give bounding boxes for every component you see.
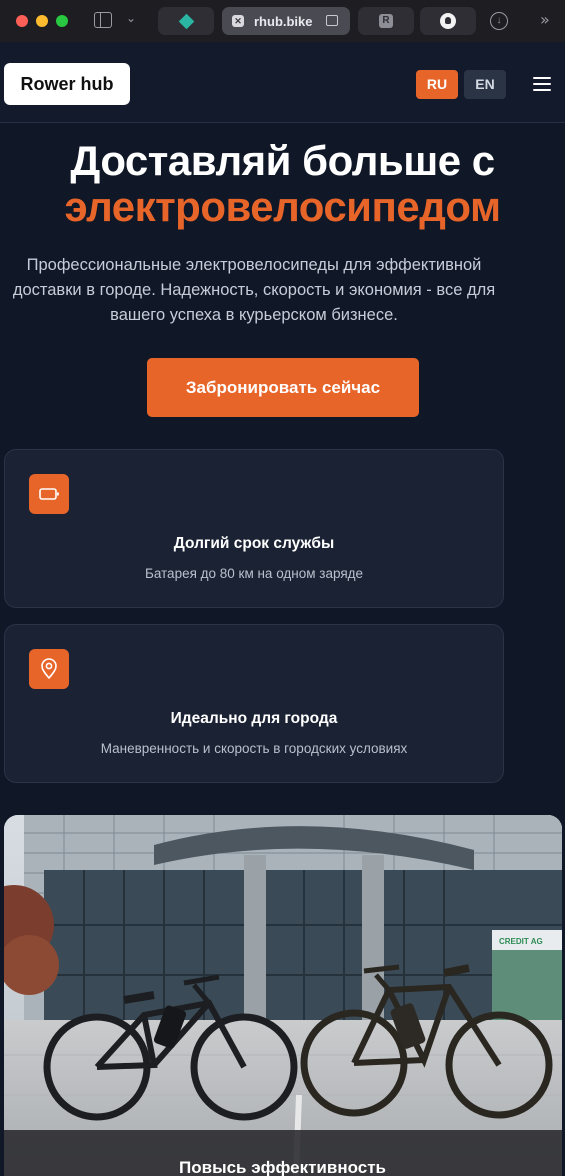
feature-card: Долгий срок службы Батарея до 80 км на о… [4,449,504,608]
feature-title: Идеально для города [170,710,338,727]
reader-mode-icon[interactable] [326,15,338,26]
browser-tab[interactable] [158,7,214,35]
browser-tab-active[interactable]: ✕ rhub.bike [222,7,350,35]
tab-title: rhub.bike [254,13,313,29]
credit-sign-text: CREDIT AG [499,937,543,946]
hero-title: Доставляй больше с электровелосипедом [0,138,565,230]
browser-tab[interactable] [420,7,476,35]
github-icon [440,13,456,29]
feature-text: Маневренность и скорость в городских усл… [100,741,408,756]
battery-icon [29,474,69,514]
site-header: Rower hub RU EN [0,42,565,123]
close-window-button[interactable] [16,15,28,27]
minimize-window-button[interactable] [36,15,48,27]
feature-title: Долгий срок службы [173,535,335,552]
menu-icon[interactable] [533,77,551,91]
book-now-button[interactable]: Забронировать сейчас [147,358,419,417]
diamond-icon [178,13,194,29]
chevron-down-icon[interactable]: ⌄ [126,11,136,25]
lang-ru-button[interactable]: RU [416,70,458,99]
browser-tab[interactable]: R [358,7,414,35]
r-icon: R [379,14,393,28]
feature-text: Батарея до 80 км на одном заряде [144,566,364,581]
logo[interactable]: Rower hub [4,63,130,105]
map-pin-icon [29,649,69,689]
close-icon[interactable]: ✕ [232,15,244,27]
maximize-window-button[interactable] [56,15,68,27]
more-tabs-icon[interactable]: » [540,10,550,29]
lang-en-button[interactable]: EN [464,70,506,99]
hero-title-line-2: электровелосипедом [64,183,501,230]
feature-card: Идеально для города Маневренность и скор… [4,624,504,783]
browser-toolbar: ⌄ ✕ rhub.bike R ↓ » [0,0,565,42]
photo-caption-text: Повысь эффективность [179,1158,386,1176]
download-icon[interactable]: ↓ [490,12,508,30]
photo-caption: Повысь эффективность [0,1130,565,1176]
sidebar-icon[interactable] [94,12,112,28]
hero-subtitle: Профессиональные электровелосипеды для э… [12,256,496,324]
bikes-photo: CREDIT AG [4,815,562,1176]
hero-title-line-1: Доставляй больше с [70,137,495,184]
